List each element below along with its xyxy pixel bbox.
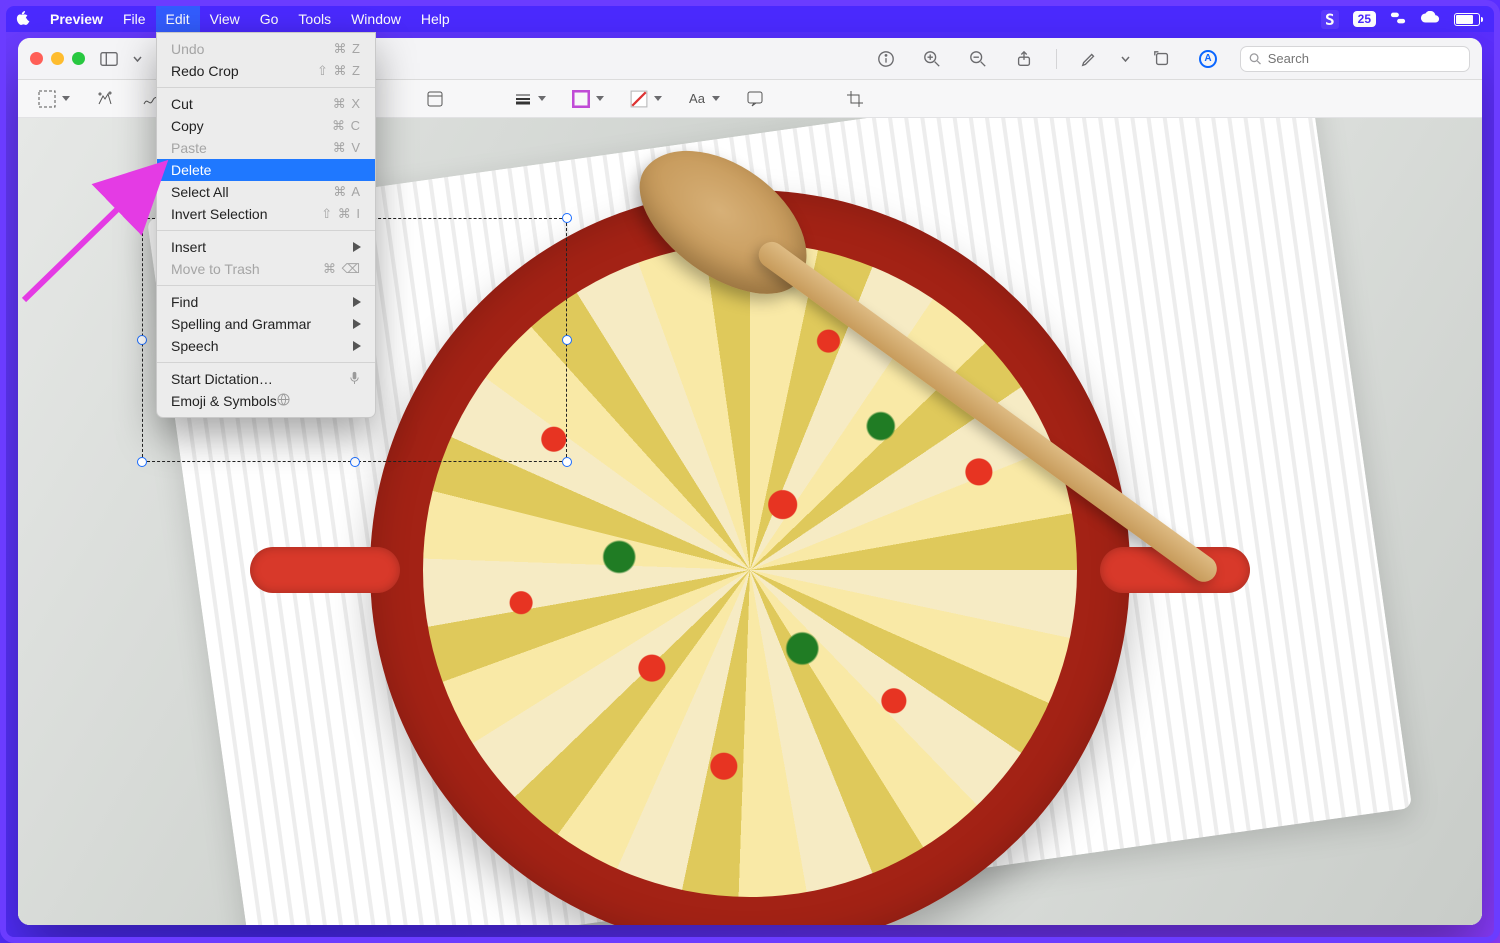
menu-item-label: Paste [171, 140, 207, 156]
maximize-window-button[interactable] [72, 52, 85, 65]
menu-item-hotkey: ⌘ V [333, 140, 361, 156]
traffic-lights [30, 52, 85, 65]
menu-help[interactable]: Help [411, 6, 460, 32]
instant-alpha-icon[interactable] [94, 88, 116, 110]
menu-item-label: Insert [171, 239, 206, 255]
menu-item-hotkey: ⌘ A [333, 184, 361, 200]
edit-menu-dropdown[interactable]: Undo ⌘ Z Redo Crop ⇧ ⌘ Z Cut ⌘ X Copy ⌘ C Paste ⌘… [156, 32, 376, 418]
snagit-icon[interactable]: S [1321, 10, 1339, 29]
menu-item-label: Copy [171, 118, 204, 134]
menu-item-hotkey: ⌘ C [332, 118, 361, 134]
apple-menu[interactable] [6, 11, 40, 28]
separator [1056, 49, 1057, 69]
border-color-tool[interactable] [570, 88, 604, 110]
mic-icon [348, 371, 361, 387]
menu-item-label: Redo Crop [171, 63, 239, 79]
selection-handle[interactable] [137, 335, 147, 345]
menu-item-spelling-and-grammar[interactable]: Spelling and Grammar [157, 313, 375, 335]
search-input[interactable] [1268, 51, 1461, 66]
selection-handle[interactable] [137, 457, 147, 467]
menu-tools[interactable]: Tools [288, 6, 341, 32]
selection-handle[interactable] [350, 457, 360, 467]
menu-item-copy[interactable]: Copy ⌘ C [157, 115, 375, 137]
text-style-tool[interactable]: Aa [686, 88, 720, 110]
sidebar-toggle-icon[interactable] [95, 47, 123, 71]
submenu-arrow-icon [353, 294, 361, 310]
menu-item-label: Select All [171, 184, 229, 200]
menu-item-label: Speech [171, 338, 218, 354]
menu-item-label: Find [171, 294, 198, 310]
menu-go[interactable]: Go [250, 6, 289, 32]
cloud-icon[interactable] [1420, 11, 1440, 28]
zoom-out-icon[interactable] [964, 47, 992, 71]
menubar: Preview File Edit View Go Tools Window H… [6, 6, 1494, 32]
menu-item-hotkey: ⌘ Z [333, 41, 361, 57]
control-center-icon[interactable] [1390, 11, 1406, 28]
menu-item-hotkey: ⇧ ⌘ I [321, 206, 361, 222]
minimize-window-button[interactable] [51, 52, 64, 65]
menu-view[interactable]: View [200, 6, 250, 32]
app-name[interactable]: Preview [40, 11, 113, 27]
menu-item-label: Move to Trash [171, 261, 260, 277]
menu-item-label: Delete [171, 162, 211, 178]
menu-item-start-dictation-[interactable]: Start Dictation… [157, 368, 375, 390]
share-icon[interactable] [1010, 47, 1038, 71]
search-icon [1249, 52, 1262, 66]
menu-item-label: Cut [171, 96, 193, 112]
menu-item-undo: Undo ⌘ Z [157, 38, 375, 60]
highlight-icon[interactable] [1075, 47, 1103, 71]
menu-file[interactable]: File [113, 6, 156, 32]
submenu-arrow-icon [353, 338, 361, 354]
menu-item-paste: Paste ⌘ V [157, 137, 375, 159]
selection-handle[interactable] [137, 213, 147, 223]
search-field[interactable] [1240, 46, 1470, 72]
selection-handle[interactable] [562, 213, 572, 223]
menu-item-label: Invert Selection [171, 206, 268, 222]
menu-item-label: Emoji & Symbols [171, 393, 277, 409]
markup-icon[interactable]: A [1194, 47, 1222, 71]
menu-item-hotkey: ⌘ X [333, 96, 361, 112]
adjust-color-icon[interactable] [424, 88, 446, 110]
menu-item-invert-selection[interactable]: Invert Selection ⇧ ⌘ I [157, 203, 375, 225]
chevron-down-icon[interactable] [1121, 56, 1130, 62]
rotate-icon[interactable] [1148, 47, 1176, 71]
submenu-arrow-icon [353, 316, 361, 332]
menu-item-speech[interactable]: Speech [157, 335, 375, 357]
submenu-arrow-icon [353, 239, 361, 255]
menu-item-label: Start Dictation… [171, 371, 273, 387]
calendar-badge[interactable]: 25 [1353, 11, 1376, 27]
line-weight-tool[interactable] [512, 88, 546, 110]
annotate-icon[interactable] [744, 88, 766, 110]
menu-item-redo-crop[interactable]: Redo Crop ⇧ ⌘ Z [157, 60, 375, 82]
menu-edit[interactable]: Edit [156, 6, 200, 32]
menu-item-label: Spelling and Grammar [171, 316, 311, 332]
battery-icon[interactable] [1454, 13, 1480, 26]
selection-tool[interactable] [36, 88, 70, 110]
menu-item-insert[interactable]: Insert [157, 236, 375, 258]
menu-item-emoji-symbols[interactable]: Emoji & Symbols [157, 390, 375, 412]
selection-handle[interactable] [562, 335, 572, 345]
menu-item-hotkey: ⇧ ⌘ Z [317, 63, 361, 79]
menu-item-move-to-trash: Move to Trash ⌘ ⌫ [157, 258, 375, 280]
menu-item-find[interactable]: Find [157, 291, 375, 313]
menu-item-cut[interactable]: Cut ⌘ X [157, 93, 375, 115]
fill-color-tool[interactable] [628, 88, 662, 110]
menu-item-delete[interactable]: Delete [157, 159, 375, 181]
close-window-button[interactable] [30, 52, 43, 65]
menu-window[interactable]: Window [341, 6, 411, 32]
menu-item-label: Undo [171, 41, 204, 57]
globe-icon [277, 393, 290, 409]
chevron-down-icon[interactable] [133, 56, 142, 62]
selection-handle[interactable] [562, 457, 572, 467]
menu-item-hotkey: ⌘ ⌫ [323, 261, 361, 277]
menu-item-select-all[interactable]: Select All ⌘ A [157, 181, 375, 203]
zoom-in-icon[interactable] [918, 47, 946, 71]
crop-icon[interactable] [844, 88, 866, 110]
info-icon[interactable] [872, 47, 900, 71]
